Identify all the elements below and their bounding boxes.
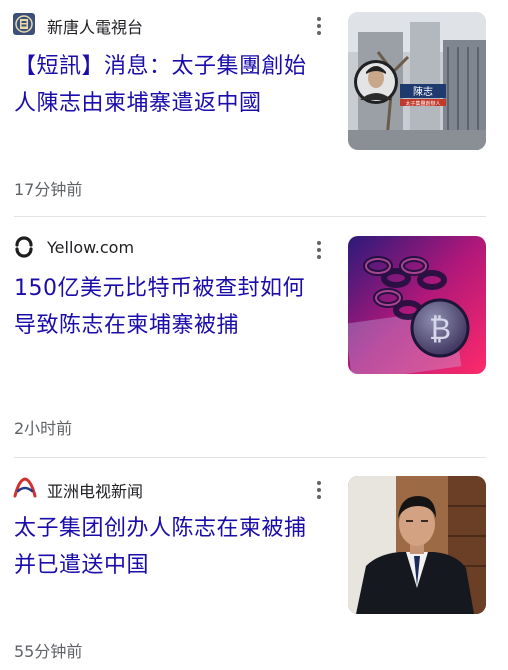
more-vert-icon[interactable] bbox=[311, 479, 327, 501]
source-name[interactable]: Yellow.com bbox=[47, 238, 134, 257]
headline-line: 【短訊】消息：太子集團創始 bbox=[14, 54, 307, 79]
ani-logo-icon bbox=[13, 476, 37, 498]
bitcoin-chain-photo: ₿ bbox=[348, 236, 486, 374]
headline-line: 并已遣送中国 bbox=[14, 553, 150, 578]
source-name[interactable]: 新唐人電視台 bbox=[47, 14, 143, 38]
thumbnail-caption-name: 陳志 bbox=[413, 85, 433, 98]
headline-link[interactable]: 【短訊】消息：太子集團創始 人陳志由柬埔寨遣返中國 bbox=[14, 48, 334, 122]
headline-link[interactable]: 150亿美元比特币被查封如何 导致陈志在柬埔寨被捕 bbox=[14, 270, 334, 344]
headline-line: 导致陈志在柬埔寨被捕 bbox=[14, 313, 240, 338]
headline-link[interactable]: 太子集团创办人陈志在柬被捕 并已遣送中国 bbox=[14, 510, 334, 584]
yellow-logo-icon bbox=[13, 236, 35, 258]
news-card[interactable]: 新唐人電視台 【短訊】消息：太子集團創始 人陳志由柬埔寨遣返中國 17分钟前 陳… bbox=[0, 0, 508, 216]
more-vert-icon[interactable] bbox=[311, 239, 327, 261]
man-in-suit-photo bbox=[348, 476, 486, 614]
headline-line: 人陳志由柬埔寨遣返中國 bbox=[14, 91, 262, 116]
article-thumbnail[interactable] bbox=[348, 476, 486, 614]
news-photo-building-portrait: 陳志 太子集團創辦人 bbox=[348, 12, 486, 150]
news-card[interactable]: 亚洲电视新闻 太子集团创办人陈志在柬被捕 并已遣送中国 55分钟前 bbox=[0, 457, 508, 670]
article-thumbnail[interactable]: ₿ bbox=[348, 236, 486, 374]
headline-line: 150亿美元比特币被查封如何 bbox=[14, 276, 305, 301]
timestamp: 55分钟前 bbox=[14, 642, 83, 661]
svg-text:₿: ₿ bbox=[429, 312, 451, 347]
ntd-logo-icon bbox=[13, 13, 35, 35]
timestamp: 17分钟前 bbox=[14, 180, 83, 199]
news-card[interactable]: Yellow.com 150亿美元比特币被查封如何 导致陈志在柬埔寨被捕 2小时… bbox=[0, 217, 508, 456]
timestamp: 2小时前 bbox=[14, 419, 73, 438]
more-vert-icon[interactable] bbox=[311, 15, 327, 37]
article-thumbnail[interactable]: 陳志 太子集團創辦人 bbox=[348, 12, 486, 150]
headline-line: 太子集团创办人陈志在柬被捕 bbox=[14, 516, 307, 541]
thumbnail-caption-sub: 太子集團創辦人 bbox=[405, 100, 440, 107]
source-name[interactable]: 亚洲电视新闻 bbox=[47, 478, 143, 502]
